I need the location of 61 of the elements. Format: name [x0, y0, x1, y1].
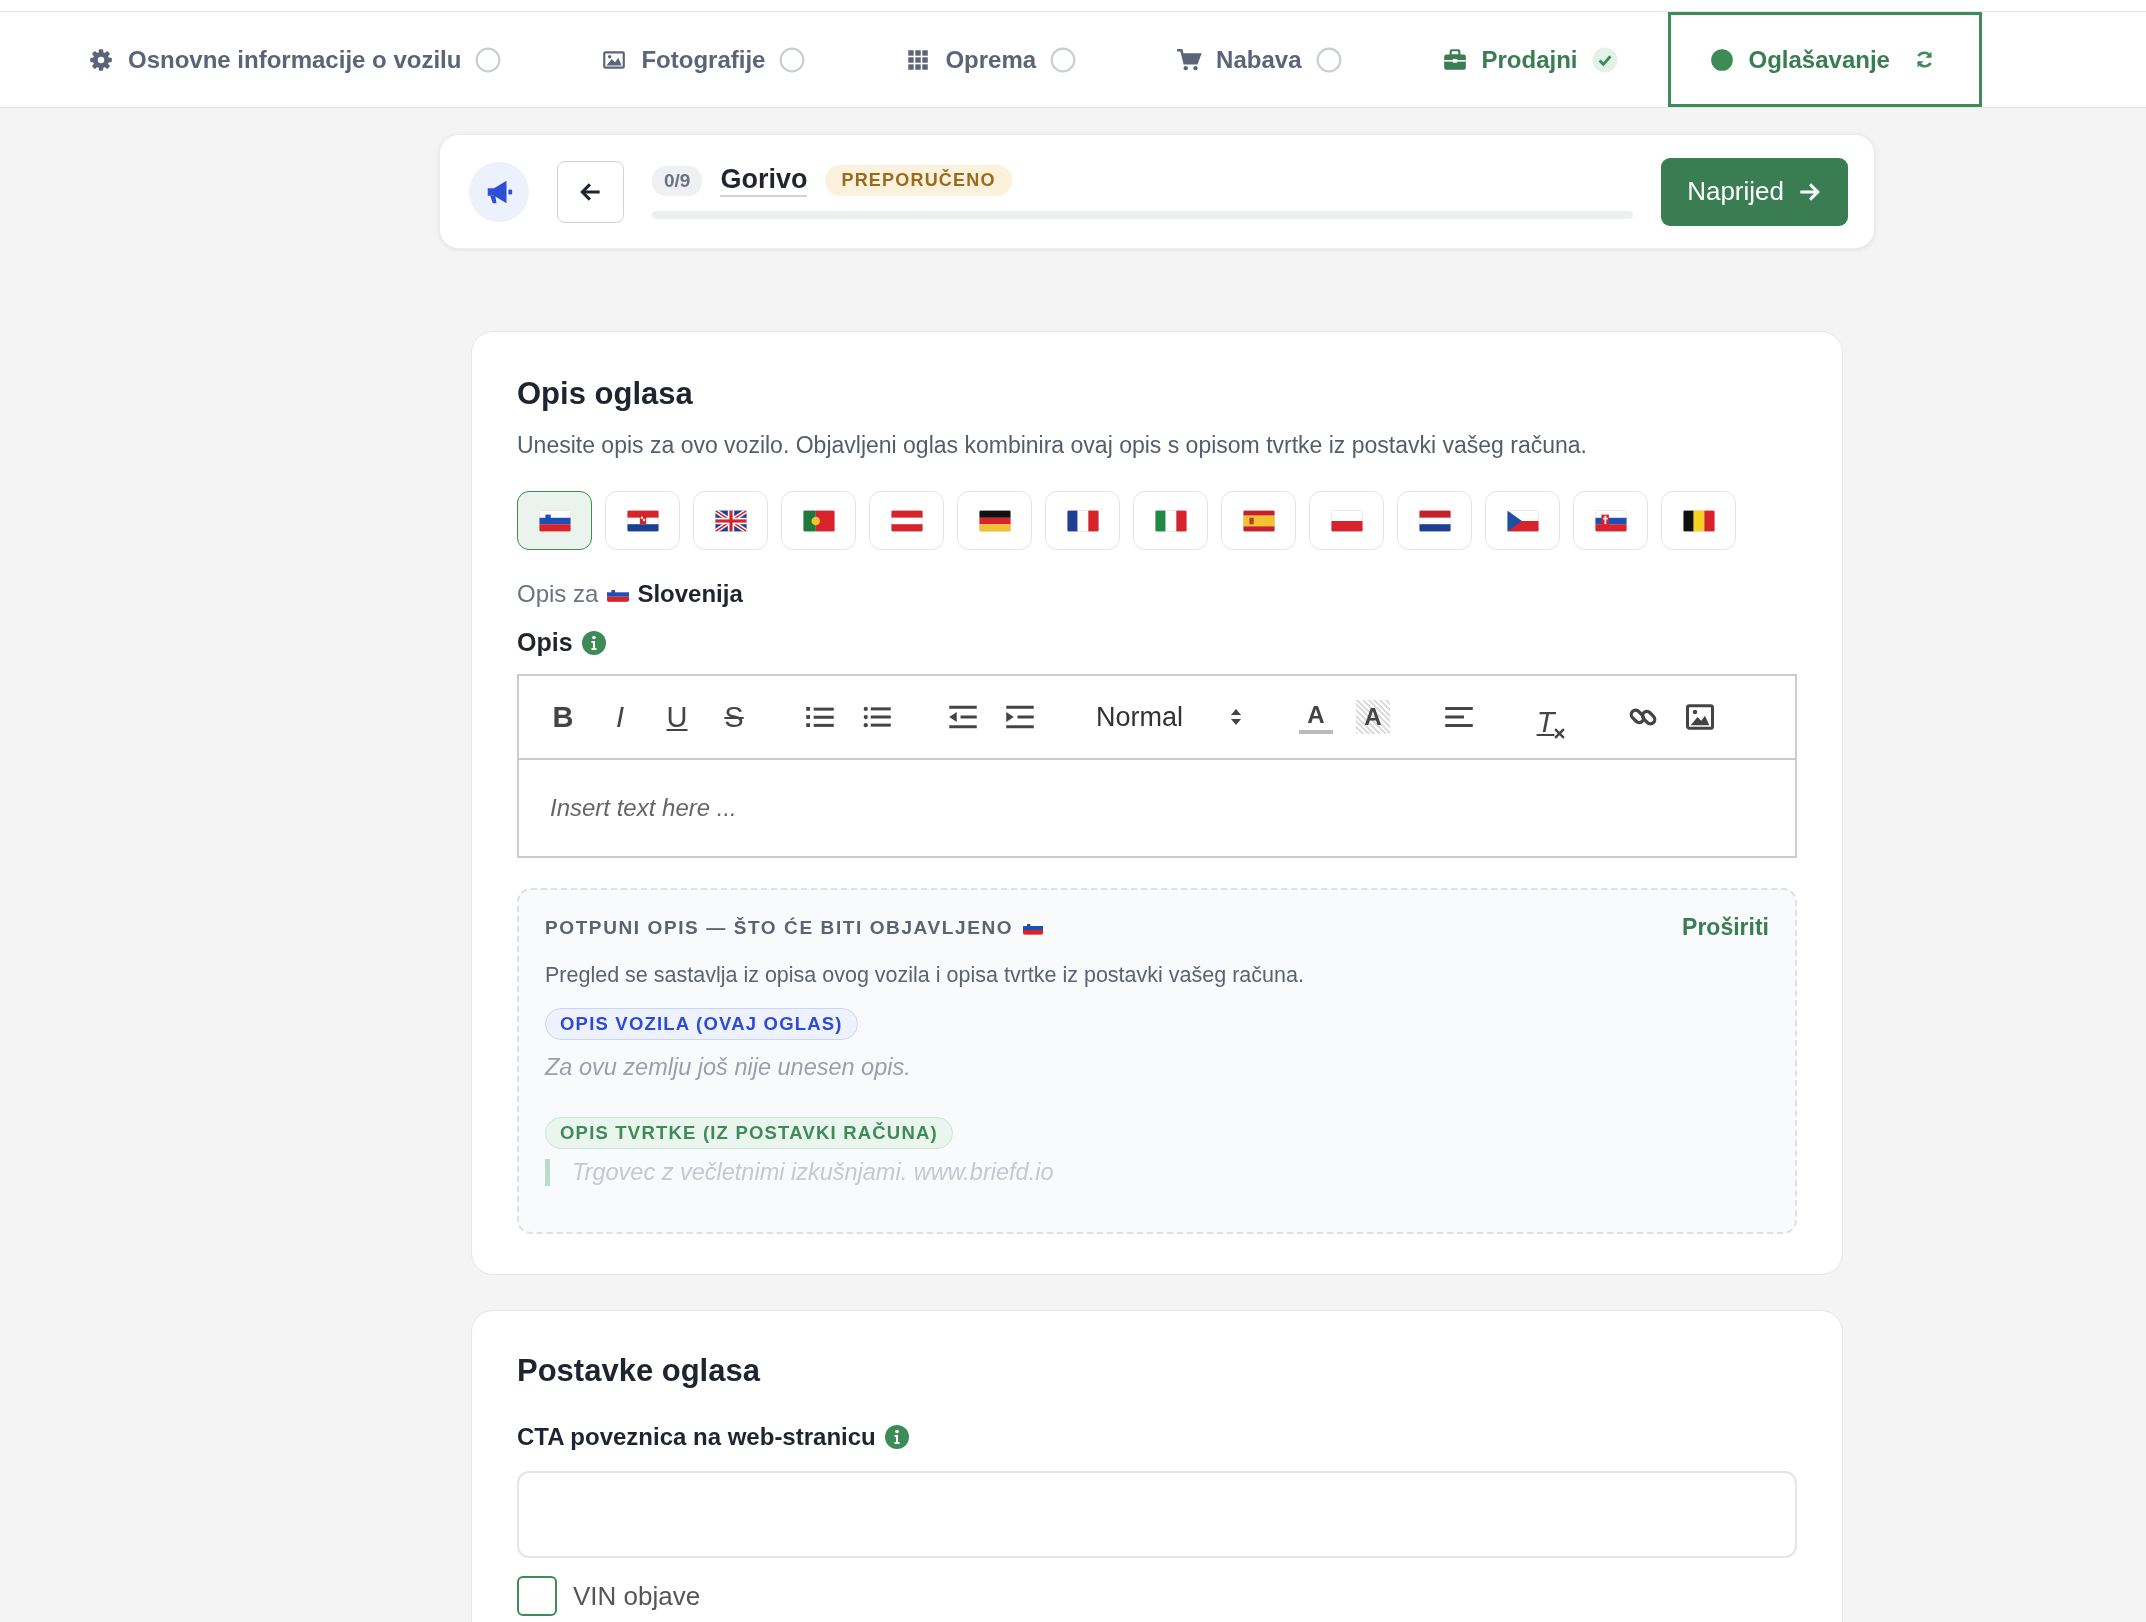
tab[interactable]: Nabava — [1126, 12, 1392, 107]
tab[interactable]: Oglašavanje — [1667, 12, 1982, 107]
flag-icon — [1242, 509, 1275, 532]
heading-select[interactable]: Normal — [1084, 695, 1252, 739]
flag-icon — [1023, 920, 1044, 935]
card-title: Opis oglasa — [517, 376, 694, 412]
flag-icon — [1066, 509, 1099, 532]
dot-icon — [1708, 46, 1735, 73]
checkbox-label: VIN objave — [573, 1580, 701, 1612]
recommended-badge: PREPORUČENO — [825, 165, 1012, 196]
flag-icon — [1594, 509, 1627, 532]
expand-link[interactable]: Proširiti — [1682, 914, 1769, 941]
gear-icon — [88, 46, 114, 73]
info-icon — [581, 630, 606, 655]
language-name: Slovenija — [637, 580, 743, 608]
flag-icon — [978, 509, 1011, 532]
editor-placeholder[interactable]: Insert text here ... — [550, 794, 737, 822]
highlight-button[interactable]: A — [1356, 700, 1390, 734]
cart-icon — [1176, 46, 1203, 73]
url-input-field[interactable] — [517, 1471, 1797, 1558]
card-subtitle: Unesite opis za ovo vozilo. Objavljeni oglas kombinira ovaj opis s opisom tvrtke iz postavki vašeg računa. — [517, 432, 1588, 459]
section-tag: OPIS TVRTKE (IZ POSTAVKI RAČUNA) — [545, 1117, 953, 1149]
next-button[interactable]: Naprijed — [1661, 157, 1848, 226]
language-button[interactable] — [517, 491, 592, 550]
flag-icon — [626, 509, 659, 532]
clear-format-button[interactable]: T — [1531, 695, 1571, 739]
bold-button[interactable]: B — [541, 695, 585, 739]
tab[interactable]: Fotografije — [551, 12, 856, 107]
step-title: Gorivo — [720, 164, 808, 197]
image-icon — [1685, 702, 1715, 732]
flag-icon — [1330, 509, 1363, 532]
preview-note: Pregled se sastavlja iz opisa ovog vozila i opisa tvrtke iz postavki vašeg računa. — [545, 963, 1305, 988]
field-label: Opis — [517, 628, 573, 657]
flag-icon — [802, 509, 835, 532]
flag-icon — [1418, 509, 1451, 532]
flag-icon — [1154, 509, 1187, 532]
language-prefix: Opis za — [517, 580, 599, 608]
field-label: CTA poveznica na web-stranicu — [517, 1423, 876, 1451]
italic-button[interactable]: I — [598, 695, 642, 739]
flag-icon — [890, 509, 923, 532]
strike-button[interactable]: S — [712, 695, 756, 739]
flag-icon — [714, 509, 747, 532]
info-icon — [884, 1425, 909, 1449]
tab[interactable]: Osnovne informacije o vozilu — [38, 12, 552, 107]
step-counter: 0/9 — [652, 165, 703, 196]
briefcase-icon — [1441, 46, 1468, 73]
x-icon — [1554, 728, 1566, 739]
preview-heading: POTPUNI OPIS — ŠTO ĆE BITI OBJAVLJENO — [545, 916, 1014, 939]
flag-icon — [538, 509, 571, 532]
flag-icon — [1682, 509, 1715, 532]
section-tag: OPIS VOZILA (OVAJ OGLAS) — [545, 1008, 858, 1040]
card-title: Postavke oglasa — [517, 1353, 762, 1389]
text-color-button[interactable]: A — [1299, 700, 1333, 734]
checkbox[interactable] — [517, 1576, 557, 1616]
empty-description-text: Za ovu zemlju još nije unesen opis. — [545, 1054, 912, 1081]
back-button[interactable] — [557, 160, 624, 223]
updown-caret-icon — [1230, 707, 1242, 727]
tab[interactable]: Oprema — [855, 12, 1127, 107]
tab[interactable]: Prodajni — [1391, 12, 1668, 107]
flag-icon — [1506, 509, 1539, 532]
underline-button[interactable]: U — [655, 695, 699, 739]
